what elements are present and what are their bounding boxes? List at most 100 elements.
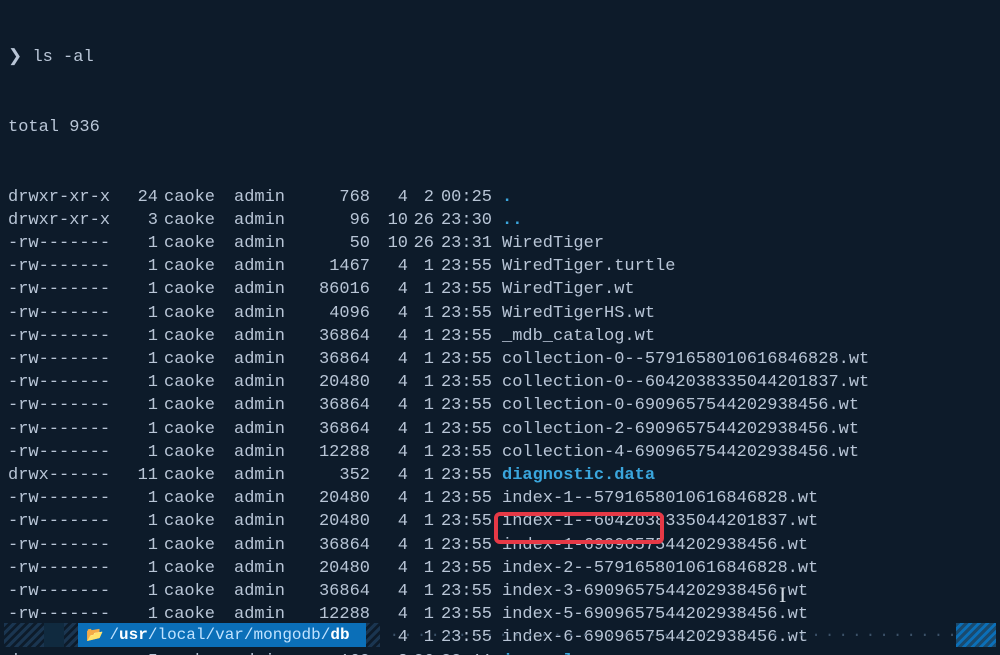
month: 10 [374, 232, 408, 255]
time: 23:55 [434, 487, 492, 510]
day: 1 [408, 255, 434, 278]
day: 26 [408, 209, 434, 232]
group: admin [234, 464, 294, 487]
link-count: 1 [118, 371, 158, 394]
owner: caoke [164, 418, 224, 441]
owner: caoke [164, 394, 224, 417]
group: admin [234, 371, 294, 394]
perms: -rw------- [8, 441, 118, 464]
group: admin [234, 534, 294, 557]
time: 23:55 [434, 394, 492, 417]
listing-row: -rw-------1caokeadmin204804123:55index-1… [8, 487, 992, 510]
perms: -rw------- [8, 510, 118, 533]
perms: drwx------ [8, 650, 118, 655]
file-name: index-5-6909657544202938456.wt [502, 605, 808, 624]
path-segment: db [330, 626, 349, 644]
perms: -rw------- [8, 348, 118, 371]
time: 23:55 [434, 557, 492, 580]
statusbar-stripes-left [4, 623, 44, 647]
month: 4 [374, 487, 408, 510]
owner: caoke [164, 348, 224, 371]
listing-row: -rw-------1caokeadmin860164123:55WiredTi… [8, 278, 992, 301]
file-name: collection-4-6909657544202938456.wt [502, 443, 859, 462]
month: 4 [374, 186, 408, 209]
size: 20480 [300, 510, 370, 533]
file-name: collection-0--5791658010616846828.wt [502, 350, 869, 369]
file-name: _mdb_catalog.wt [502, 327, 655, 346]
perms: -rw------- [8, 278, 118, 301]
size: 50 [300, 232, 370, 255]
apple-icon[interactable] [44, 623, 64, 647]
listing-row: drwxr-xr-x3caokeadmin96102623:30.. [8, 209, 992, 232]
group: admin [234, 325, 294, 348]
file-name: collection-0--6042038335044201837.wt [502, 373, 869, 392]
time: 23:55 [434, 464, 492, 487]
link-count: 5 [118, 650, 158, 655]
listing-row: -rw-------1caokeadmin122884123:55collect… [8, 441, 992, 464]
owner: caoke [164, 255, 224, 278]
month: 4 [374, 534, 408, 557]
listing-row: drwxr-xr-x24caokeadmin7684200:25. [8, 186, 992, 209]
perms: -rw------- [8, 534, 118, 557]
listing-row: -rw-------1caokeadmin204804123:55index-2… [8, 557, 992, 580]
day: 1 [408, 348, 434, 371]
owner: caoke [164, 487, 224, 510]
path-segment: usr [119, 626, 148, 644]
group: admin [234, 186, 294, 209]
perms: -rw------- [8, 325, 118, 348]
time: 23:55 [434, 441, 492, 464]
file-name: index-3-6909657544202938456.wt [502, 582, 808, 601]
month: 10 [374, 209, 408, 232]
link-count: 1 [118, 348, 158, 371]
owner: caoke [164, 580, 224, 603]
size: 1467 [300, 255, 370, 278]
month: 3 [374, 650, 408, 655]
size: 36864 [300, 418, 370, 441]
link-count: 1 [118, 510, 158, 533]
month: 4 [374, 464, 408, 487]
file-name: index-1--5791658010616846828.wt [502, 489, 818, 508]
month: 4 [374, 302, 408, 325]
cwd-badge[interactable]: 📂 /usr/local/var/mongodb/db [78, 623, 366, 647]
perms: drwx------ [8, 464, 118, 487]
day: 1 [408, 418, 434, 441]
time: 00:25 [434, 186, 492, 209]
link-count: 1 [118, 325, 158, 348]
listing-row: -rw-------1caokeadmin368644123:55collect… [8, 418, 992, 441]
file-name: diagnostic.data [502, 466, 655, 485]
day: 1 [408, 510, 434, 533]
month: 4 [374, 441, 408, 464]
time: 23:55 [434, 348, 492, 371]
link-count: 1 [118, 580, 158, 603]
month: 4 [374, 278, 408, 301]
day: 1 [408, 487, 434, 510]
day: 1 [408, 302, 434, 325]
owner: caoke [164, 209, 224, 232]
owner: caoke [164, 325, 224, 348]
listing-row: -rw-------1caokeadmin40964123:55WiredTig… [8, 302, 992, 325]
size: 96 [300, 209, 370, 232]
size: 36864 [300, 580, 370, 603]
month: 4 [374, 510, 408, 533]
link-count: 1 [118, 534, 158, 557]
group: admin [234, 580, 294, 603]
listing-row: -rw-------1caokeadmin204804123:55index-1… [8, 510, 992, 533]
time: 23:55 [434, 510, 492, 533]
group: admin [234, 418, 294, 441]
size: 20480 [300, 371, 370, 394]
statusbar-stripes-mid [64, 623, 78, 647]
owner: caoke [164, 186, 224, 209]
link-count: 1 [118, 487, 158, 510]
size: 20480 [300, 487, 370, 510]
link-count: 24 [118, 186, 158, 209]
terminal-output[interactable]: ❯ ls -al total 936 drwxr-xr-x24caokeadmi… [0, 0, 1000, 655]
size: 36864 [300, 534, 370, 557]
file-name: WiredTiger [502, 234, 604, 253]
size: 352 [300, 464, 370, 487]
owner: caoke [164, 371, 224, 394]
day: 1 [408, 580, 434, 603]
file-name: index-2--5791658010616846828.wt [502, 559, 818, 578]
path-segment: var [215, 626, 244, 644]
group: admin [234, 487, 294, 510]
group: admin [234, 302, 294, 325]
